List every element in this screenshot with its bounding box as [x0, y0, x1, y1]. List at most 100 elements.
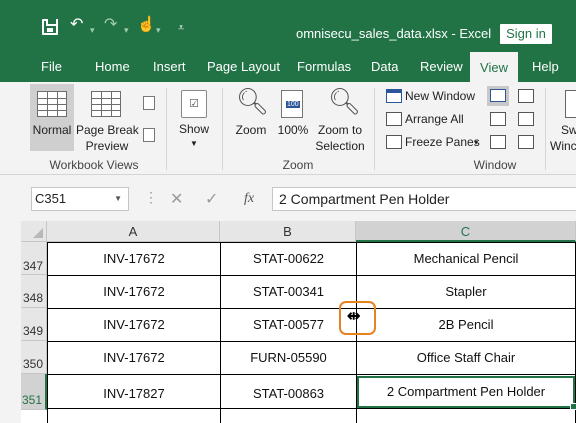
window-title: omnisecu_sales_data.xlsx - Excel — [296, 26, 491, 41]
cell-border — [47, 242, 48, 423]
tab-file[interactable]: File — [41, 51, 62, 82]
tab-page-layout[interactable]: Page Layout — [207, 51, 280, 82]
show-label[interactable]: Show — [172, 122, 216, 137]
show-dropdown-icon[interactable]: ▼ — [172, 136, 216, 151]
row-header[interactable]: 351 — [21, 374, 47, 410]
custom-views-icon[interactable] — [143, 128, 155, 142]
group-separator — [374, 88, 375, 170]
touch-mode-icon[interactable]: ☝ — [137, 15, 156, 35]
tab-insert[interactable]: Insert — [153, 51, 186, 82]
page-break-label-1[interactable]: Page Break — [76, 123, 139, 138]
formula-bar-grip-icon[interactable]: ⋮ — [144, 189, 158, 206]
freeze-panes-button[interactable]: Freeze Panes — [405, 135, 480, 150]
page-break-preview-icon[interactable] — [91, 91, 121, 117]
tab-review[interactable]: Review — [420, 51, 463, 82]
new-window-button[interactable]: New Window — [405, 89, 475, 104]
formula-input[interactable]: 2 Compartment Pen Holder — [272, 187, 576, 211]
tab-view[interactable]: View — [470, 52, 518, 82]
table-cell[interactable]: Mechanical Pencil — [357, 243, 575, 275]
cell-border — [47, 275, 576, 276]
table-cell[interactable]: STAT-00622 — [221, 243, 356, 275]
column-header-b[interactable]: B — [220, 221, 356, 242]
zoom-to-selection-label-2[interactable]: Selection — [312, 139, 368, 154]
group-label-zoom: Zoom — [282, 158, 314, 172]
zoom-to-selection-icon[interactable]: 🔍︎ — [328, 86, 361, 117]
insert-function-icon[interactable]: fx — [244, 191, 254, 207]
table-cell[interactable]: INV-17672 — [48, 309, 220, 341]
freeze-panes-dropdown-icon[interactable]: ▾ — [474, 135, 478, 150]
table-cell[interactable]: INV-17672 — [48, 243, 220, 275]
split-icon[interactable] — [487, 86, 509, 106]
table-cell[interactable]: FURN-05590 — [221, 342, 356, 374]
table-cell[interactable]: INV-17672 — [48, 342, 220, 374]
reset-window-position-icon[interactable] — [518, 135, 534, 149]
freeze-panes-icon[interactable] — [386, 135, 402, 149]
file-name: omnisecu_sales_data.xlsx — [296, 26, 448, 41]
redo-dropdown-icon[interactable]: ▾ — [124, 20, 129, 40]
group-separator — [222, 88, 223, 170]
zoom-100-icon[interactable]: 100 — [281, 90, 303, 118]
tab-home[interactable]: Home — [95, 51, 130, 82]
table-cell[interactable]: INV-17827 — [48, 378, 220, 410]
row-header[interactable]: 350 — [21, 341, 47, 374]
tab-help[interactable]: Help — [532, 51, 559, 82]
enter-icon[interactable]: ✓ — [205, 189, 218, 209]
title-bar: ↶ ▾ ↷ ▾ ☝ ▾ ⩡ omnisecu_sales_data.xlsx -… — [0, 0, 576, 51]
save-icon[interactable] — [42, 19, 58, 35]
group-label-workbook-views: Workbook Views — [49, 158, 139, 172]
row-header[interactable]: 347 — [21, 242, 47, 275]
switch-windows-label-1[interactable]: Sw — [561, 123, 576, 138]
cell-border — [47, 308, 576, 309]
table-cell[interactable]: STAT-00863 — [221, 378, 356, 410]
view-side-by-side-icon[interactable] — [518, 89, 534, 103]
active-cell-selection[interactable] — [357, 376, 576, 410]
switch-windows-icon[interactable] — [565, 90, 576, 118]
tab-data[interactable]: Data — [371, 51, 398, 82]
formula-bar: C351 ▼ ⋮ ✕ ✓ fx 2 Compartment Pen Holder — [0, 175, 576, 221]
cell-border — [220, 242, 221, 423]
zoom-to-selection-label-1[interactable]: Zoom to — [312, 123, 368, 138]
page-break-label-2[interactable]: Preview — [76, 139, 138, 154]
table-cell[interactable]: 2B Pencil — [357, 309, 575, 341]
page-layout-view-icon[interactable] — [143, 96, 155, 110]
column-resize-cursor-icon[interactable]: ⇹ — [347, 309, 360, 325]
customize-quick-access-icon[interactable]: ⩡ — [178, 18, 184, 38]
zoom-magnifier-icon[interactable]: 🔍︎ — [236, 86, 269, 117]
tab-formulas[interactable]: Formulas — [297, 51, 351, 82]
column-header-a[interactable]: A — [47, 221, 220, 242]
arrange-all-button[interactable]: Arrange All — [405, 112, 464, 127]
ribbon-tab-bar: File Home Insert Page Layout Formulas Da… — [0, 51, 576, 82]
zoom-button[interactable]: Zoom — [230, 123, 272, 138]
redo-icon[interactable]: ↷ — [104, 15, 117, 35]
name-box[interactable]: C351 ▼ — [31, 187, 129, 211]
table-cell[interactable]: Office Staff Chair — [357, 342, 575, 374]
table-cell[interactable]: STAT-00341 — [221, 276, 356, 308]
row-header[interactable]: 348 — [21, 275, 47, 308]
table-cell[interactable]: STAT-00577 — [221, 309, 356, 341]
row-header[interactable]: 349 — [21, 308, 47, 341]
select-all-button[interactable] — [21, 221, 47, 242]
unhide-icon[interactable] — [490, 135, 506, 149]
touch-dropdown-icon[interactable]: ▾ — [156, 20, 161, 40]
arrange-all-icon[interactable] — [386, 112, 402, 126]
ribbon: Normal Page Break Preview Workbook Views… — [0, 82, 576, 175]
hide-icon[interactable] — [490, 112, 506, 126]
switch-windows-label-2[interactable]: Winc — [550, 139, 576, 154]
table-cell[interactable]: Stapler — [357, 276, 575, 308]
show-icon[interactable]: ☑ — [181, 90, 207, 118]
cell-border — [47, 374, 576, 375]
zoom-100-button[interactable]: 100% — [276, 123, 310, 138]
normal-view-label: Normal — [32, 123, 72, 137]
group-separator — [166, 88, 167, 170]
undo-dropdown-icon[interactable]: ▾ — [90, 20, 95, 40]
worksheet-grid[interactable]: A B C 347 348 349 350 351 INV-17672 STAT… — [21, 221, 576, 423]
cancel-icon[interactable]: ✕ — [170, 189, 183, 209]
table-cell[interactable]: INV-17672 — [48, 276, 220, 308]
undo-icon[interactable]: ↶ — [70, 15, 83, 35]
synchronous-scrolling-icon[interactable] — [518, 112, 534, 126]
sign-in-button[interactable]: Sign in — [500, 24, 552, 44]
column-header-c[interactable]: C — [356, 221, 576, 242]
normal-view-icon — [37, 91, 67, 117]
new-window-icon[interactable] — [386, 89, 402, 103]
name-box-dropdown-icon[interactable]: ▼ — [114, 188, 122, 210]
